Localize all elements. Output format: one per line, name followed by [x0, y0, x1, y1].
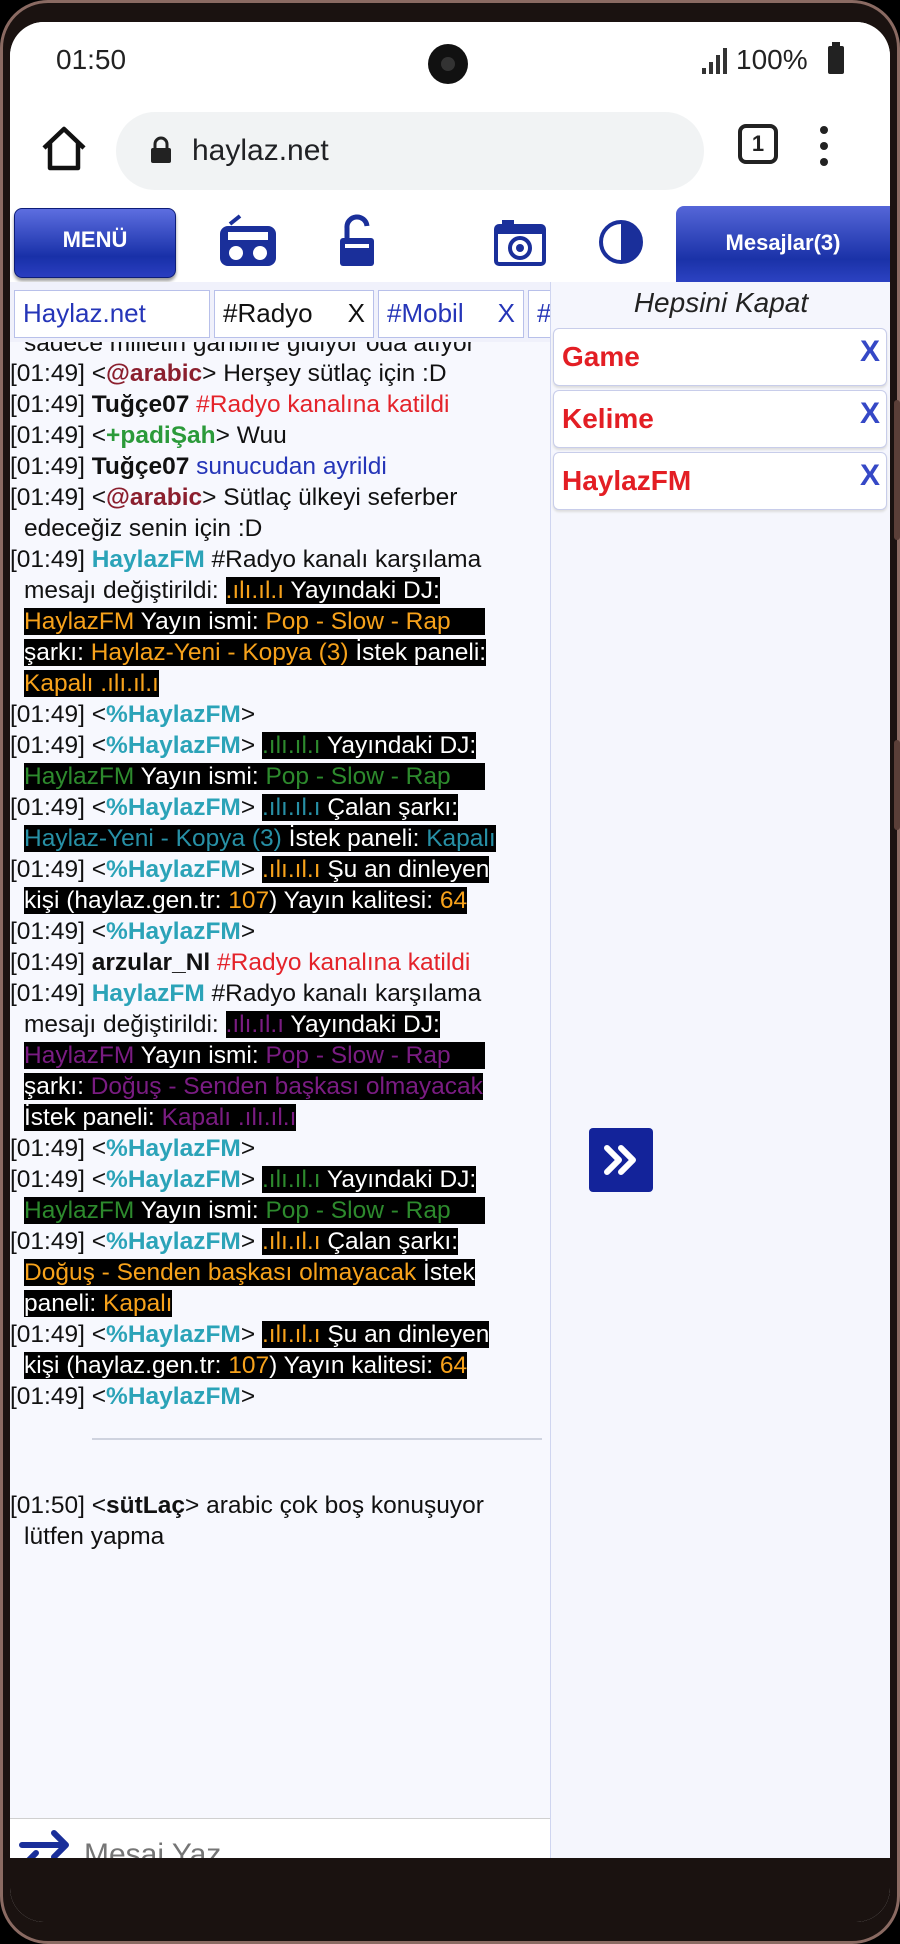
panel-item-kelime[interactable]: Kelime X: [553, 390, 887, 448]
list-item: lütfen yapma: [24, 1523, 165, 1550]
divider: [92, 1438, 542, 1440]
list-item: [01:49] <%HaylazFM> .ılı.ıl.ı Çalan şark…: [10, 1228, 459, 1255]
list-item: [01:49] <%HaylazFM>: [10, 918, 256, 945]
list-item: [01:49] HaylazFM #Radyo kanalı karşılama: [10, 546, 482, 573]
list-item: [01:49] <%HaylazFM> .ılı.ıl.ı Şu an dinl…: [10, 856, 490, 883]
list-item: [01:49] Tuğçe07 #Radyo kanalına katildi: [10, 391, 450, 418]
camera-icon[interactable]: [494, 214, 546, 270]
list-item: HaylazFM Yayın ismi: Pop - Slow - Rap: [10, 606, 550, 637]
messages-button[interactable]: Mesajlar(3): [676, 206, 890, 282]
panel-item-label: HaylazFM: [562, 465, 692, 496]
list-item: şarkı: Doğuş - Senden başkası olmayacak: [24, 1073, 483, 1100]
list-item: [01:49] <%HaylazFM>: [10, 1135, 256, 1162]
tab-mobil[interactable]: #Mobil X: [378, 290, 524, 338]
tab-label: #Radyo: [223, 298, 313, 328]
list-item: kişi (haylaz.gen.tr: 107) Yayın kalitesi…: [24, 887, 468, 914]
unlock-icon[interactable]: [338, 214, 376, 270]
panel-item-label: Kelime: [562, 403, 654, 434]
list-item: Doğuş - Senden başkası olmayacak İstek: [24, 1259, 475, 1286]
url-text: haylaz.net: [192, 134, 329, 167]
menu-button[interactable]: MENÜ: [14, 208, 176, 278]
close-icon[interactable]: X: [860, 335, 880, 369]
volume-button: [894, 400, 900, 540]
navigation-bar: [10, 1858, 890, 1922]
lock-icon: [151, 136, 171, 163]
close-icon[interactable]: X: [860, 459, 880, 493]
list-item: [01:50] <sütLaç> arabic çok boş konuşuyo…: [10, 1492, 484, 1519]
tab-label: #Mobil: [387, 298, 464, 328]
browser-toolbar: haylaz.net 1: [10, 102, 890, 202]
list-item: edeceğiz senin için :D: [24, 515, 263, 542]
list-item: HaylazFM Yayın ismi: Pop - Slow - Rap: [10, 1195, 550, 1226]
panel-item-haylazfm[interactable]: HaylazFM X: [553, 452, 887, 510]
channel-tabs: Haylaz.net #Radyo X #Mobil X #: [10, 282, 550, 342]
message-input[interactable]: [80, 1827, 540, 1858]
signal-icon: [702, 48, 728, 74]
tab-label: Haylaz.net: [23, 298, 146, 328]
power-button: [894, 740, 900, 830]
list-item: [01:49] HaylazFM #Radyo kanalı karşılama: [10, 980, 482, 1007]
status-time: 01:50: [56, 44, 127, 75]
list-item: [01:49] <%HaylazFM>: [10, 1383, 256, 1410]
list-item: [01:49] <%HaylazFM>: [10, 701, 256, 728]
list-item: kişi (haylaz.gen.tr: 107) Yayın kalitesi…: [24, 1352, 468, 1379]
list-item: [01:49] <@arabic> Sütlaç ülkeyi seferber: [10, 484, 458, 511]
list-item: [01:49] <%HaylazFM> .ılı.ıl.ı Yayındaki …: [10, 732, 477, 759]
list-item: [01:49] <%HaylazFM> .ılı.ıl.ı Yayındaki …: [10, 1166, 477, 1193]
list-item: [01:49] arzular_Nl #Radyo kanalına katil…: [10, 949, 471, 976]
app-toolbar: MENÜ Mesajlar(3): [10, 202, 890, 282]
tab-close-icon[interactable]: X: [498, 291, 515, 335]
double-chevron-right-icon: [604, 1145, 636, 1175]
list-item: Haylaz-Yeni - Kopya (3) İstek paneli: Ka…: [24, 825, 496, 852]
tab-switcher-icon[interactable]: 1: [738, 124, 778, 164]
list-item: mesajı değiştirildi: .ılı.ıl.ı Yayındaki…: [24, 1011, 440, 1038]
list-item: [01:49] Tuğçe07 sunucudan ayrildi: [10, 453, 387, 480]
phone-screen: 01:50 100% haylaz.net 1 MENÜ Mesajlar(3)…: [10, 22, 890, 1922]
tab-label: #: [537, 298, 550, 328]
list-item: HaylazFM Yayın ismi: Pop - Slow - Rap: [10, 1040, 550, 1071]
swap-icon[interactable]: [16, 1829, 74, 1858]
front-camera: [428, 44, 468, 84]
radio-icon[interactable]: [218, 214, 278, 270]
panel-item-game[interactable]: Game X: [553, 328, 887, 386]
tab-more[interactable]: #: [528, 290, 550, 338]
chat-area: Haylaz.net #Radyo X #Mobil X # sadece mi…: [10, 282, 550, 1858]
close-all-button[interactable]: Hepsini Kapat: [551, 282, 890, 324]
more-options-icon[interactable]: [818, 122, 830, 172]
battery-percent: 100%: [736, 44, 808, 75]
list-item: İstek paneli: Kapalı .ılı.ıl.ı: [24, 1104, 297, 1131]
list-item: [01:49] <%HaylazFM> .ılı.ıl.ı Çalan şark…: [10, 794, 459, 821]
list-item: HaylazFM Yayın ismi: Pop - Slow - Rap: [10, 761, 550, 792]
tab-radyo[interactable]: #Radyo X: [214, 290, 374, 338]
messages-panel: Hepsini Kapat Game X Kelime X HaylazFM X: [550, 282, 890, 1858]
message-list: sadece milletin garibine gidiyor oda atı…: [10, 342, 550, 1552]
list-item: [01:49] <@arabic> Herşey sütlaç için :D: [10, 360, 447, 387]
list-item: şarkı: Haylaz-Yeni - Kopya (3) İstek pan…: [24, 639, 487, 666]
battery-icon: [828, 42, 844, 74]
list-item: [01:49] <%HaylazFM> .ılı.ıl.ı Şu an dinl…: [10, 1321, 490, 1348]
contrast-icon[interactable]: [598, 214, 644, 270]
tab-haylaz-net[interactable]: Haylaz.net: [14, 290, 210, 338]
list-item: sadece milletin garibine gidiyor oda atı…: [24, 342, 475, 357]
panel-item-label: Game: [562, 341, 640, 372]
status-bar: 01:50 100%: [10, 22, 890, 102]
list-item: mesajı değiştirildi: .ılı.ıl.ı Yayındaki…: [24, 577, 440, 604]
tab-close-icon[interactable]: X: [348, 291, 365, 335]
list-item: Kapalı .ılı.ıl.ı: [24, 670, 159, 697]
message-input-bar: [10, 1818, 550, 1858]
collapse-panel-button[interactable]: [589, 1128, 653, 1192]
address-bar[interactable]: haylaz.net: [116, 112, 704, 190]
list-item: paneli: Kapalı: [24, 1290, 173, 1317]
message-divider-row: [10, 1412, 550, 1490]
list-item: [01:49] <+padiŞah> Wuu: [10, 422, 287, 449]
home-icon[interactable]: [38, 122, 90, 174]
close-icon[interactable]: X: [860, 397, 880, 431]
